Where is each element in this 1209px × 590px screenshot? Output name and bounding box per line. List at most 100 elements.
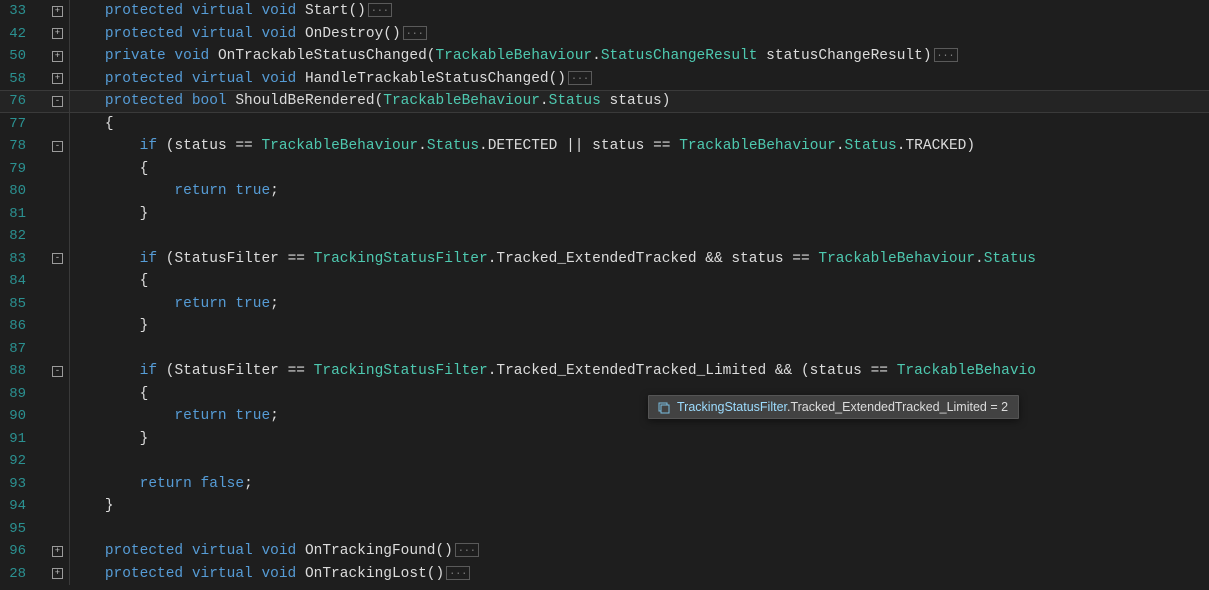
code-content[interactable]: private void OnTrackableStatusChanged(Tr… xyxy=(70,48,958,64)
fold-toggle[interactable]: + xyxy=(52,546,63,557)
code-content[interactable]: } xyxy=(70,431,148,447)
collapsed-region[interactable]: ... xyxy=(568,71,592,85)
code-content[interactable]: { xyxy=(70,161,148,177)
code-line[interactable]: 81 } xyxy=(0,203,1209,226)
fold-toggle[interactable]: - xyxy=(52,366,63,377)
line-number: 88 xyxy=(0,363,28,379)
collapsed-region[interactable]: ... xyxy=(368,3,392,17)
code-line[interactable]: 28 + protected virtual void OnTrackingLo… xyxy=(0,563,1209,586)
code-content[interactable]: return false; xyxy=(70,476,253,492)
code-line[interactable]: 91 } xyxy=(0,428,1209,451)
code-content[interactable]: { xyxy=(70,273,148,289)
code-content[interactable] xyxy=(70,521,79,537)
code-content[interactable]: return true; xyxy=(70,183,279,199)
code-content[interactable] xyxy=(70,453,79,469)
code-line[interactable]: 77 { xyxy=(0,113,1209,136)
code-content[interactable]: if (StatusFilter == TrackingStatusFilter… xyxy=(70,251,1036,267)
code-content[interactable]: { xyxy=(70,116,114,132)
code-line[interactable]: 50 + private void OnTrackableStatusChang… xyxy=(0,45,1209,68)
fold-toggle[interactable]: + xyxy=(52,28,63,39)
line-number: 78 xyxy=(0,138,28,154)
code-content[interactable]: } xyxy=(70,318,148,334)
gutter: - xyxy=(28,135,70,158)
code-content[interactable]: if (StatusFilter == TrackingStatusFilter… xyxy=(70,363,1036,379)
code-line[interactable]: 89 { xyxy=(0,383,1209,406)
code-line[interactable]: 90 return true; xyxy=(0,405,1209,428)
code-content[interactable]: if (status == TrackableBehaviour.Status.… xyxy=(70,138,975,154)
fold-toggle[interactable]: + xyxy=(52,568,63,579)
method-name: OnTrackingFound xyxy=(305,543,436,559)
gutter xyxy=(28,203,70,226)
code-line[interactable]: 94 } xyxy=(0,495,1209,518)
method-name: Start xyxy=(305,3,349,19)
gutter xyxy=(28,338,70,361)
code-line[interactable]: 83 - if (StatusFilter == TrackingStatusF… xyxy=(0,248,1209,271)
code-content[interactable]: } xyxy=(70,206,148,222)
code-line[interactable]: 95 xyxy=(0,518,1209,541)
collapsed-region[interactable]: ... xyxy=(455,543,479,557)
fold-toggle[interactable]: - xyxy=(52,96,63,107)
code-content[interactable]: protected virtual void OnTrackingLost().… xyxy=(70,566,470,582)
code-line[interactable]: 88 - if (StatusFilter == TrackingStatusF… xyxy=(0,360,1209,383)
ident: status xyxy=(731,251,783,267)
method-name: OnDestroy xyxy=(305,26,383,42)
operator: || xyxy=(566,138,583,154)
code-content[interactable]: return true; xyxy=(70,296,279,312)
ident: status xyxy=(810,363,862,379)
code-content[interactable]: protected virtual void HandleTrackableSt… xyxy=(70,71,592,87)
code-line[interactable]: 92 xyxy=(0,450,1209,473)
code-line[interactable]: 42 + protected virtual void OnDestroy().… xyxy=(0,23,1209,46)
collapsed-region[interactable]: ... xyxy=(446,566,470,580)
fold-toggle[interactable]: - xyxy=(52,141,63,152)
modifiers: protected bool xyxy=(105,93,227,109)
code-line[interactable]: 93 return false; xyxy=(0,473,1209,496)
code-content[interactable] xyxy=(70,341,79,357)
enum: Tracked_ExtendedTracked xyxy=(496,251,696,267)
collapsed-region[interactable]: ... xyxy=(403,26,427,40)
code-line[interactable]: 84 { xyxy=(0,270,1209,293)
modifiers: protected virtual void xyxy=(105,3,296,19)
code-content[interactable]: } xyxy=(70,498,114,514)
code-line[interactable]: 85 return true; xyxy=(0,293,1209,316)
gutter xyxy=(28,450,70,473)
code-line[interactable]: 86 } xyxy=(0,315,1209,338)
fold-toggle[interactable]: + xyxy=(52,51,63,62)
line-number: 42 xyxy=(0,26,28,42)
code-line[interactable]: 82 xyxy=(0,225,1209,248)
code-line[interactable]: 96 + protected virtual void OnTrackingFo… xyxy=(0,540,1209,563)
literal: true xyxy=(235,296,270,312)
code-content[interactable] xyxy=(70,228,79,244)
fold-toggle[interactable]: + xyxy=(52,6,63,17)
code-content[interactable]: protected virtual void Start()... xyxy=(70,3,392,19)
code-content[interactable]: { xyxy=(70,386,148,402)
code-editor[interactable]: 33 + protected virtual void Start()... 4… xyxy=(0,0,1209,585)
collapsed-region[interactable]: ... xyxy=(934,48,958,62)
code-content[interactable]: protected bool ShouldBeRendered(Trackabl… xyxy=(70,93,670,109)
fold-toggle[interactable]: + xyxy=(52,73,63,84)
code-line[interactable]: 87 xyxy=(0,338,1209,361)
fold-toggle[interactable]: - xyxy=(52,253,63,264)
code-content[interactable]: protected virtual void OnDestroy()... xyxy=(70,26,427,42)
method-name: OnTrackableStatusChanged xyxy=(218,48,427,64)
brace: } xyxy=(140,318,149,334)
code-line[interactable]: 79 { xyxy=(0,158,1209,181)
line-number: 96 xyxy=(0,543,28,559)
brace: } xyxy=(140,431,149,447)
gutter: + xyxy=(28,23,70,46)
code-content[interactable]: return true; xyxy=(70,408,279,424)
operator: && xyxy=(775,363,792,379)
line-number: 81 xyxy=(0,206,28,222)
code-line[interactable]: 33 + protected virtual void Start()... xyxy=(0,0,1209,23)
method-name: ShouldBeRendered xyxy=(235,93,374,109)
line-number: 90 xyxy=(0,408,28,424)
line-number: 77 xyxy=(0,116,28,132)
keyword-return: return xyxy=(140,476,192,492)
line-number: 86 xyxy=(0,318,28,334)
operator: && xyxy=(705,251,722,267)
code-line-current[interactable]: 76 - protected bool ShouldBeRendered(Tra… xyxy=(0,90,1209,113)
line-number: 91 xyxy=(0,431,28,447)
code-line[interactable]: 58 + protected virtual void HandleTracka… xyxy=(0,68,1209,91)
code-line[interactable]: 78 - if (status == TrackableBehaviour.St… xyxy=(0,135,1209,158)
code-line[interactable]: 80 return true; xyxy=(0,180,1209,203)
code-content[interactable]: protected virtual void OnTrackingFound()… xyxy=(70,543,479,559)
